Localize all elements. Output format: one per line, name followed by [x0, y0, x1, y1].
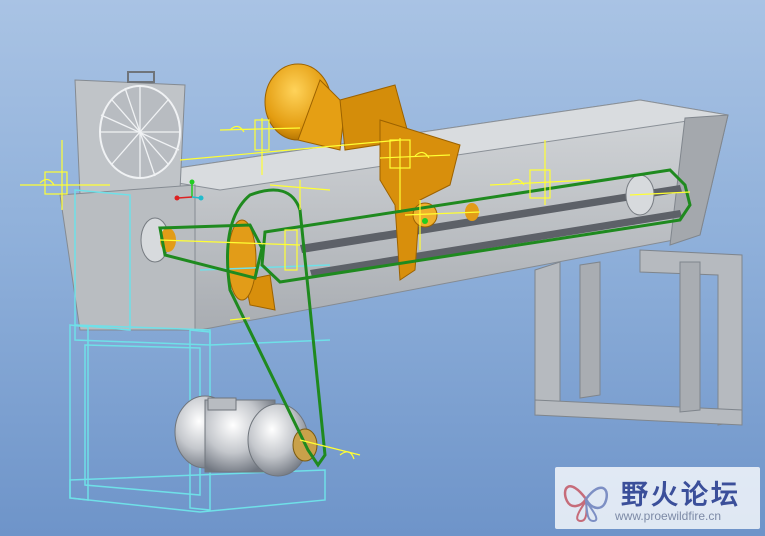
butterfly-logo-icon	[563, 485, 608, 523]
machine-model	[20, 63, 743, 513]
electric-motor	[174, 395, 318, 477]
forum-watermark: 野火论坛 www.proewildfire.cn	[555, 467, 760, 529]
watermark-url: www.proewildfire.cn	[615, 509, 722, 523]
watermark-title: 野火论坛	[621, 480, 741, 511]
right-support-stand	[534, 249, 743, 426]
cad-viewport[interactable]: 野火论坛 www.proewildfire.cn	[0, 0, 765, 536]
